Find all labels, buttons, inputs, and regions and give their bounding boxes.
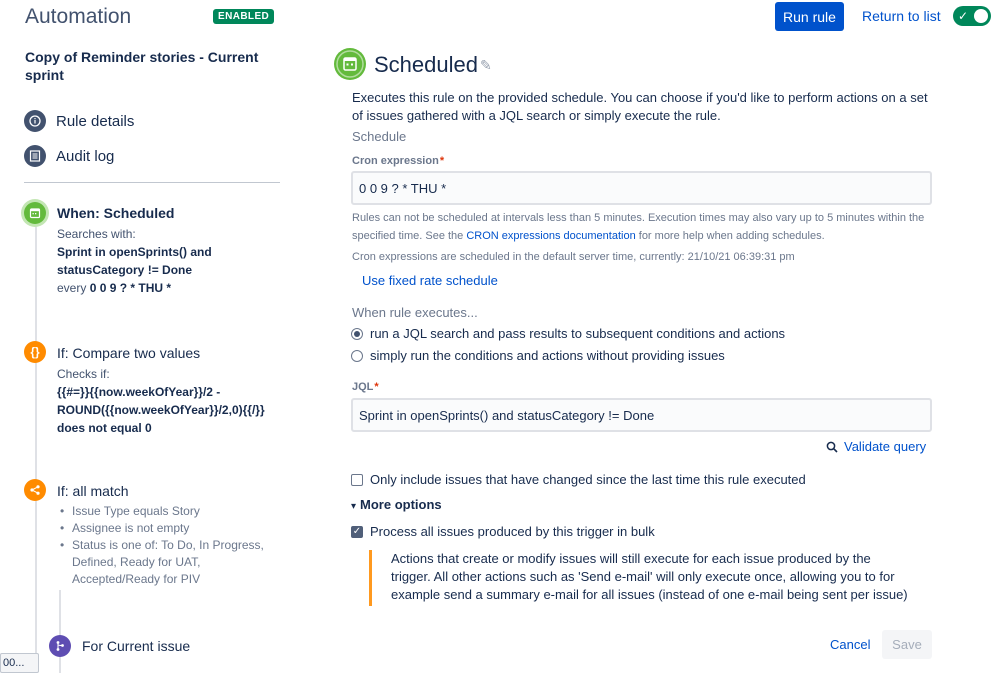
return-to-list-link[interactable]: Return to list (862, 8, 941, 24)
sidebar-item-audit-log[interactable]: Audit log (24, 145, 114, 167)
sidebar-item-label: Audit log (56, 147, 115, 165)
branch-icon[interactable] (49, 635, 71, 657)
toggle-knob (974, 9, 988, 23)
step-body-line: every (57, 281, 90, 295)
step-all-match-title[interactable]: If: all match (57, 483, 129, 499)
step-trigger-title[interactable]: When: Scheduled (57, 205, 174, 221)
condition-item-continued: Accepted/Ready for PIV (72, 572, 201, 586)
page-title: Scheduled (374, 52, 478, 77)
validate-label: Validate query (844, 439, 927, 454)
validate-query-link[interactable]: Validate query (826, 439, 926, 454)
sidebar-item-rule-details[interactable]: Rule details (24, 110, 134, 132)
radio-run-jql[interactable]: run a JQL search and pass results to sub… (351, 326, 785, 341)
cron-docs-link[interactable]: CRON expressions documentation (466, 230, 635, 242)
step-body-line: ROUND({{now.weekOfYear}}/2,0){{/}} (57, 403, 265, 417)
step-trigger-body: Searches with: Sprint in openSprints() a… (57, 225, 212, 297)
jql-label-text: JQL (352, 381, 374, 393)
step-condition-body: Checks if: {{#=}}{{now.weekOfYear}}/2 - … (57, 365, 265, 437)
cron-help-part: for more help when adding schedules. (635, 230, 825, 242)
condition-item-continued: Defined, Ready for UAT, (72, 555, 201, 569)
radio-no-issues[interactable]: simply run the conditions and actions wi… (351, 348, 725, 363)
braces-icon[interactable]: {} (24, 341, 46, 363)
step-body-line: {{#=}}{{now.weekOfYear}}/2 - (57, 385, 221, 399)
jql-input[interactable] (351, 398, 932, 432)
more-options-toggle[interactable]: ▾ More options (351, 497, 442, 512)
search-icon (826, 441, 838, 453)
run-rule-button[interactable]: Run rule (775, 2, 844, 31)
cron-field-label: Cron expression* (352, 155, 444, 167)
radio-label: run a JQL search and pass results to sub… (370, 326, 786, 341)
calendar-icon (334, 48, 366, 80)
checkbox-checked[interactable]: ✓ (351, 525, 363, 538)
chevron-down-icon: ▾ (351, 501, 357, 512)
cron-help-text: Rules can not be scheduled at intervals … (352, 209, 932, 245)
step-all-match-conditions: Issue Type equals Story Assignee is not … (57, 503, 264, 588)
cron-label-text: Cron expression (352, 155, 439, 167)
radio-button-selected[interactable] (351, 327, 363, 340)
app-title: Automation (25, 5, 132, 28)
save-button[interactable]: Save (882, 630, 932, 659)
cron-expression-input[interactable] (351, 171, 932, 205)
list-icon (24, 145, 46, 167)
cancel-button[interactable]: Cancel (830, 637, 870, 652)
info-icon (24, 110, 46, 132)
checkbox-label: Only include issues that have changed si… (370, 472, 806, 487)
required-asterisk: * (374, 381, 379, 393)
calendar-icon[interactable] (24, 202, 46, 224)
rule-enabled-toggle[interactable]: ✓ (953, 6, 991, 26)
condition-item: Status is one of: To Do, In Progress, (57, 537, 264, 554)
enabled-badge: ENABLED (213, 9, 275, 24)
step-body-line: Searches with: (57, 227, 136, 241)
condition-item: Issue Type equals Story (57, 503, 264, 520)
schedule-section-label: Schedule (352, 129, 407, 144)
sidebar-divider (24, 182, 280, 183)
server-time-text: Cron expressions are scheduled in the de… (352, 251, 795, 263)
fixed-rate-schedule-link[interactable]: Use fixed rate schedule (362, 273, 498, 288)
rule-timeline-line (35, 222, 37, 673)
trigger-description: Executes this rule on the provided sched… (352, 90, 928, 123)
cron-summary: 0 0 9 ? * THU * (89, 281, 172, 295)
bulk-info-note: Actions that create or modify issues wil… (369, 550, 914, 606)
required-asterisk: * (439, 155, 445, 167)
branch-title[interactable]: For Current issue (82, 638, 190, 654)
radio-button[interactable] (351, 349, 363, 362)
checkbox-unchecked[interactable] (351, 473, 363, 486)
rule-name: Copy of Reminder stories - Current sprin… (25, 49, 259, 83)
jql-field-label: JQL* (352, 381, 379, 393)
step-body-line: does not equal 0 (57, 421, 152, 435)
status-chip: 00... (0, 653, 39, 673)
sidebar-item-label: Rule details (56, 112, 135, 130)
share-icon[interactable] (24, 479, 46, 501)
condition-item: Assignee is not empty (57, 520, 264, 537)
branch-timeline-line (59, 590, 61, 673)
step-body-line: statusCategory != Done (57, 263, 193, 277)
checkbox-label: Process all issues produced by this trig… (370, 524, 655, 539)
more-options-label: More options (360, 497, 442, 512)
radio-label: simply run the conditions and actions wi… (370, 348, 725, 363)
step-body-line: Checks if: (57, 367, 110, 381)
edit-pencil-icon[interactable]: ✎ (480, 57, 492, 74)
process-bulk-checkbox[interactable]: ✓ Process all issues produced by this tr… (351, 524, 655, 539)
check-icon: ✓ (958, 9, 969, 23)
when-executes-label: When rule executes... (352, 305, 478, 320)
step-condition-title[interactable]: If: Compare two values (57, 345, 200, 361)
step-body-line: Sprint in openSprints() and (57, 245, 212, 259)
only-include-changed-checkbox[interactable]: Only include issues that have changed si… (351, 472, 806, 487)
